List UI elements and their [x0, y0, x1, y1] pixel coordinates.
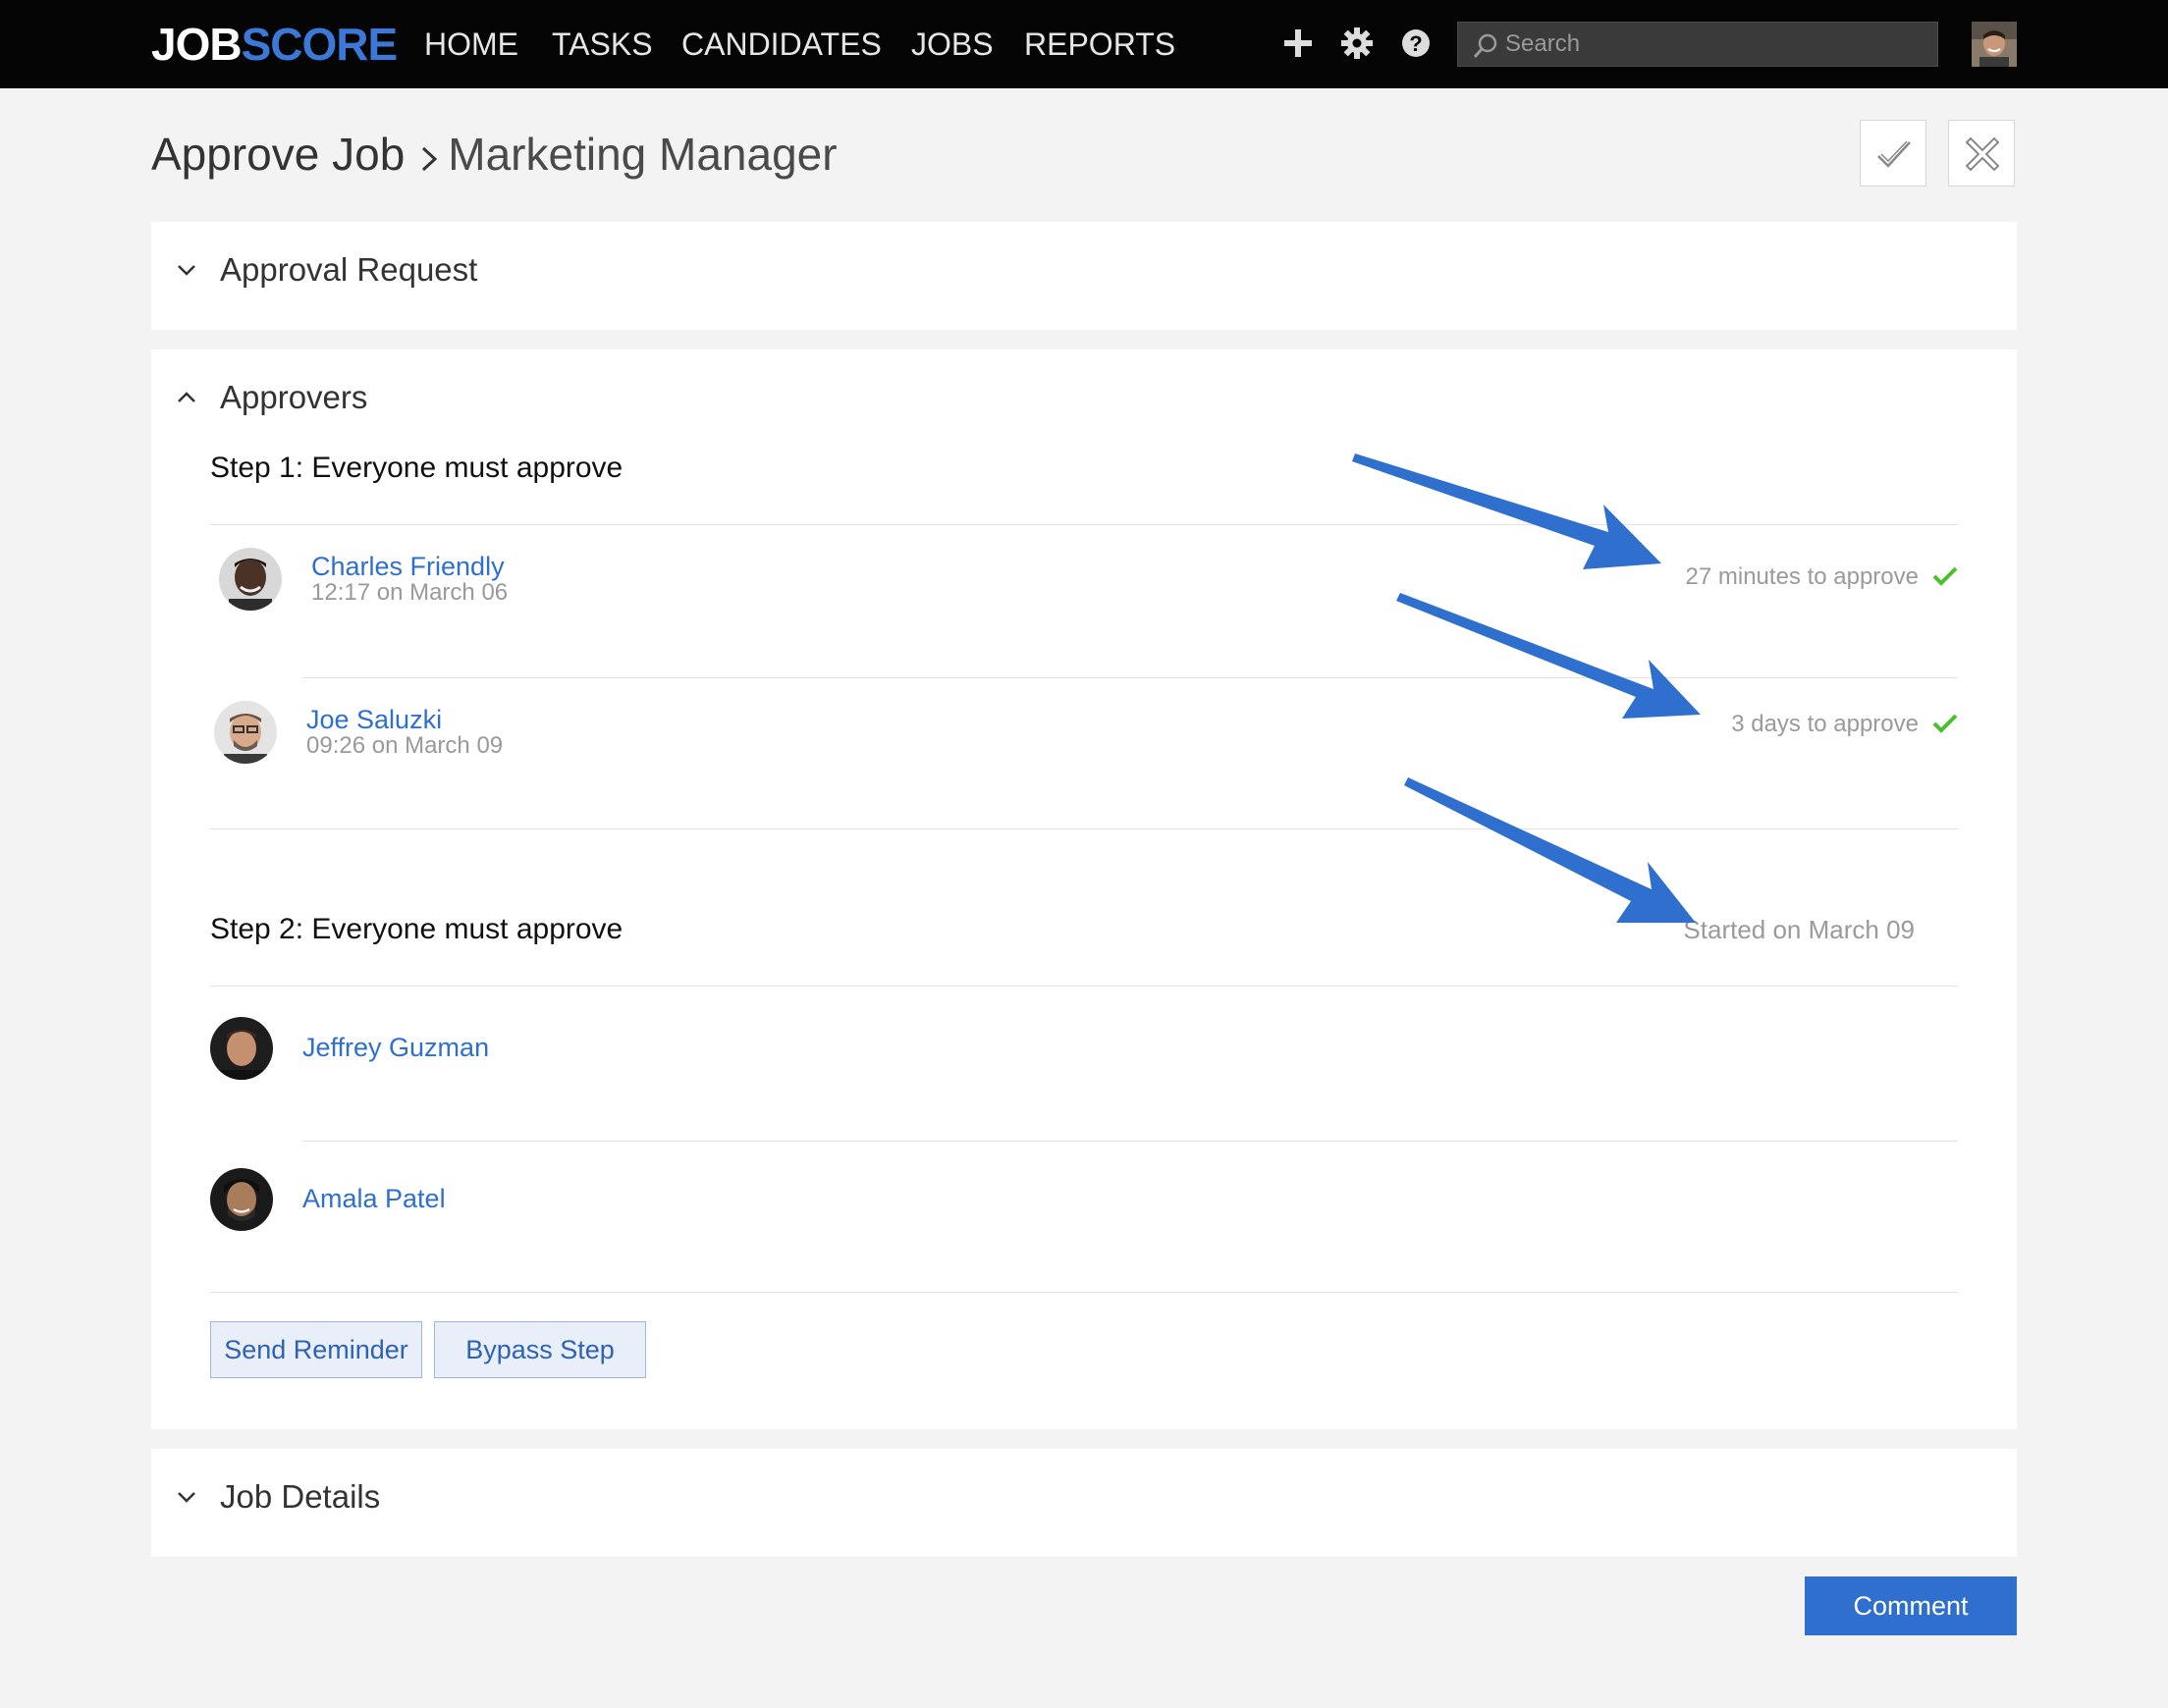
jobscore-logo[interactable]: JOBSCORE [151, 18, 399, 71]
nav-reports[interactable]: REPORTS [1024, 24, 1175, 65]
svg-text:?: ? [1409, 31, 1422, 56]
approval-time: 09:26 on March 09 [306, 732, 504, 759]
divider [302, 1141, 1958, 1142]
approval-request-panel: Approval Request [151, 222, 2017, 330]
job-details-panel: Job Details [151, 1449, 2017, 1557]
divider [210, 986, 1958, 987]
gear-icon[interactable] [1339, 26, 1375, 61]
approval-request-label: Approval Request [220, 251, 478, 288]
approvers-panel: Approvers Step 1: Everyone must approve … [151, 349, 2017, 1429]
step-2-status: Started on March 09 [1683, 915, 1915, 944]
approver-charles-friendly[interactable]: Charles Friendly [311, 552, 505, 582]
approver-amala-patel[interactable]: Amala Patel [302, 1184, 446, 1214]
search-icon [1473, 33, 1497, 58]
job-details-label: Job Details [220, 1478, 381, 1515]
approve-check-icon [1877, 140, 1911, 168]
divider [302, 677, 1958, 678]
approval-duration: 3 days to approve [1731, 711, 1919, 737]
user-avatar[interactable] [1972, 22, 2017, 67]
avatar [210, 1017, 273, 1080]
approvers-label: Approvers [220, 379, 368, 415]
avatar [210, 1168, 273, 1231]
help-icon[interactable]: ? [1398, 26, 1434, 61]
breadcrumb-approve-job: Approve Job [151, 129, 406, 180]
avatar [214, 701, 277, 764]
logo-job: JOB [151, 19, 243, 70]
approved-check-icon [1932, 566, 1958, 586]
reject-button[interactable] [1948, 120, 2015, 187]
approver-jeffrey-guzman[interactable]: Jeffrey Guzman [302, 1033, 489, 1063]
nav-home[interactable]: HOME [424, 24, 518, 65]
approval-request-header[interactable]: Approval Request [169, 250, 477, 290]
search-box[interactable] [1457, 22, 1938, 67]
chevron-down-icon [178, 265, 195, 276]
page-title: Approve Job Marketing Manager [151, 126, 838, 187]
search-input[interactable] [1505, 23, 1927, 66]
comment-button[interactable]: Comment [1805, 1576, 2017, 1635]
approved-check-icon [1932, 714, 1958, 733]
step-1-title: Step 1: Everyone must approve [210, 452, 623, 484]
approval-time: 12:17 on March 06 [311, 579, 509, 606]
reject-x-icon [1965, 136, 2000, 172]
approve-button[interactable] [1860, 120, 1926, 187]
job-details-header[interactable]: Job Details [169, 1477, 380, 1517]
divider [210, 524, 1958, 525]
plus-icon[interactable] [1280, 26, 1316, 61]
approver-joe-saluzki[interactable]: Joe Saluzki [306, 705, 442, 735]
divider [210, 1292, 1958, 1293]
breadcrumb-chevron-icon [418, 130, 440, 187]
approval-duration: 27 minutes to approve [1685, 563, 1919, 590]
top-navbar: JOBSCORE HOME TASKS CANDIDATES JOBS REPO… [0, 0, 2168, 88]
step-2-title: Step 2: Everyone must approve [210, 913, 623, 945]
divider [210, 828, 1958, 829]
nav-jobs[interactable]: JOBS [911, 24, 994, 65]
nav-candidates[interactable]: CANDIDATES [681, 24, 882, 65]
send-reminder-button[interactable]: Send Reminder [210, 1321, 422, 1378]
chevron-up-icon [178, 392, 195, 402]
nav-tasks[interactable]: TASKS [552, 24, 653, 65]
chevron-down-icon [178, 1492, 195, 1503]
bypass-step-button[interactable]: Bypass Step [434, 1321, 646, 1378]
logo-score: SCORE [241, 19, 399, 70]
breadcrumb-job-name: Marketing Manager [448, 129, 838, 180]
approvers-header[interactable]: Approvers [169, 378, 367, 417]
avatar [219, 548, 282, 611]
